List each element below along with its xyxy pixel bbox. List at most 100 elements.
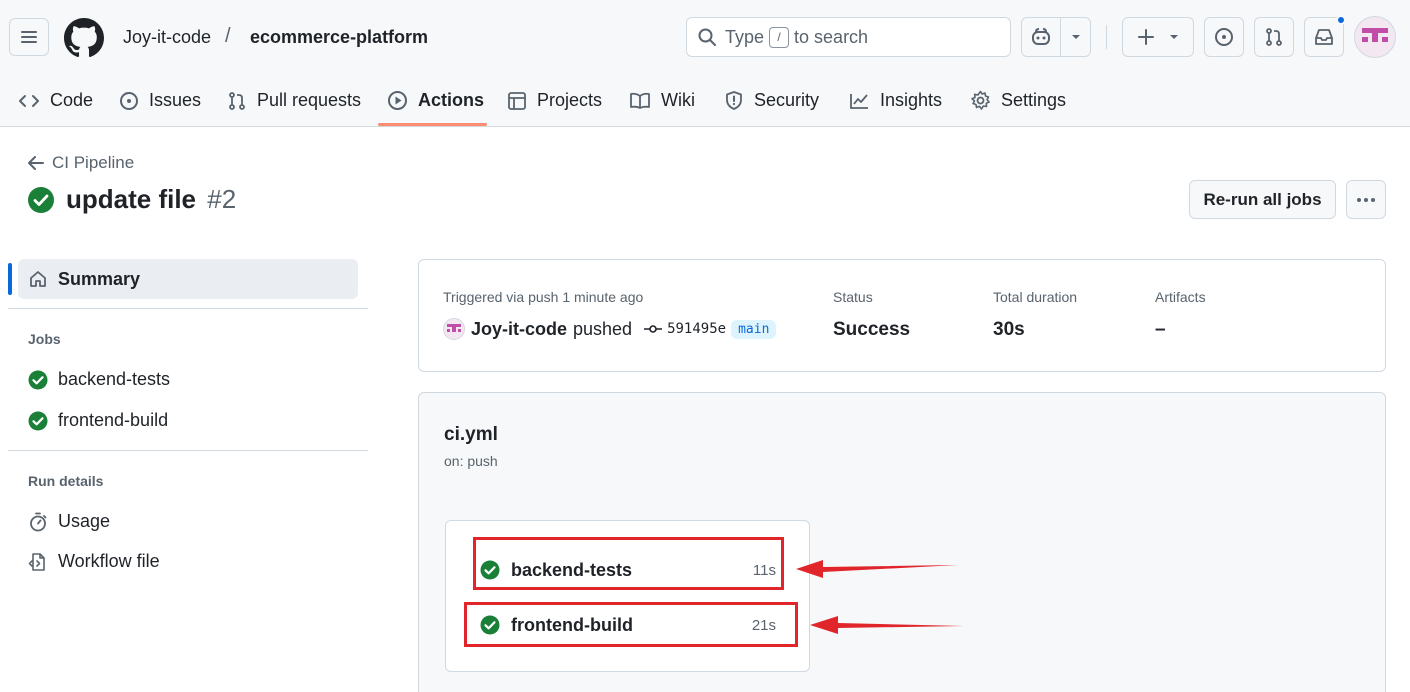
sidebar-jobs-heading: Jobs: [28, 331, 61, 347]
commit-link[interactable]: 591495e: [644, 321, 726, 337]
copilot-icon: [1032, 28, 1050, 45]
tab-insights-label: Insights: [880, 90, 943, 110]
sidebar-run-details-heading: Run details: [28, 473, 104, 489]
sidebar-summary-label: Summary: [58, 268, 141, 289]
check-circle-fill-icon: [28, 370, 48, 389]
branch-badge[interactable]: main: [731, 319, 777, 339]
more-options-button[interactable]: [1346, 180, 1386, 219]
issue-opened-icon: [120, 91, 138, 110]
search-input[interactable]: Type / to search: [686, 17, 1011, 57]
tab-wiki-label: Wiki: [661, 90, 695, 110]
your-pull-requests-button[interactable]: [1254, 17, 1294, 57]
workflow-file-name: ci.yml: [444, 424, 498, 445]
identicon-avatar-icon: [447, 324, 461, 332]
hamburger-icon: [21, 31, 37, 43]
workflow-trigger: on: push: [444, 453, 498, 469]
sidebar-workflow-file-label: Workflow file: [58, 551, 160, 571]
run-summary-card: Triggered via push 1 minute ago Joy-it-c…: [418, 259, 1386, 372]
tab-settings[interactable]: Settings: [970, 74, 1066, 127]
search-suffix: to search: [794, 26, 869, 47]
tab-code-label: Code: [50, 90, 94, 110]
repo-nav: Code Issues Pull requests Actions Projec…: [0, 74, 1410, 127]
artifacts-label: Artifacts: [1155, 289, 1206, 305]
commit-sha: 591495e: [667, 321, 727, 337]
tab-actions[interactable]: Actions: [387, 74, 484, 127]
search-icon: [698, 28, 716, 46]
tab-issues[interactable]: Issues: [119, 74, 201, 127]
check-circle-fill-icon: [28, 187, 54, 213]
table-icon: [508, 91, 526, 110]
trigger-label: Triggered via push 1 minute ago: [443, 289, 644, 305]
annotation-highlight-box: [473, 537, 784, 590]
run-number: #2: [207, 184, 237, 214]
top-bar: Joy-it-code / ecommerce-platform Type / …: [0, 0, 1410, 74]
breadcrumb-owner[interactable]: Joy-it-code: [123, 27, 211, 48]
search-shortcut-key: /: [769, 26, 790, 48]
header-divider: [1106, 25, 1107, 49]
user-avatar[interactable]: [1354, 16, 1396, 58]
active-tab-underline: [378, 123, 487, 126]
tab-actions-label: Actions: [418, 90, 485, 110]
file-code-icon: [28, 552, 45, 571]
notification-dot: [1336, 15, 1346, 25]
sidebar-divider: [8, 450, 368, 451]
tab-projects[interactable]: Projects: [507, 74, 602, 127]
book-icon: [630, 92, 650, 109]
duration-value: 30s: [993, 319, 1025, 340]
tab-code[interactable]: Code: [18, 74, 93, 127]
sidebar-job-frontend-build[interactable]: frontend-build: [28, 410, 168, 431]
actor-link[interactable]: Joy-it-code: [471, 319, 567, 340]
breadcrumb-separator: /: [225, 25, 231, 47]
actor-avatar[interactable]: [443, 318, 465, 340]
duration-label: Total duration: [993, 289, 1078, 305]
sidebar-usage-label: Usage: [58, 511, 111, 531]
back-to-workflow-link[interactable]: CI Pipeline: [28, 153, 134, 173]
artifacts-value: –: [1155, 319, 1166, 340]
trigger-details: Joy-it-code pushed 591495e main: [443, 318, 777, 340]
breadcrumb-repo[interactable]: ecommerce-platform: [250, 27, 428, 48]
git-commit-icon: [644, 325, 663, 333]
sidebar-divider: [8, 308, 368, 309]
issue-opened-icon: [1215, 28, 1233, 46]
gear-icon: [971, 90, 990, 110]
home-icon: [30, 271, 46, 287]
copilot-button[interactable]: [1021, 17, 1091, 57]
chevron-down-icon[interactable]: [1071, 34, 1081, 40]
shield-icon: [726, 91, 742, 110]
check-circle-fill-icon: [28, 411, 48, 430]
sidebar-active-marker: [8, 263, 12, 295]
sidebar-item-summary[interactable]: Summary: [18, 259, 358, 299]
your-issues-button[interactable]: [1204, 17, 1244, 57]
annotation-highlight-box: [464, 602, 798, 647]
tab-projects-label: Projects: [537, 90, 603, 110]
tab-insights[interactable]: Insights: [849, 74, 942, 127]
sidebar-item-usage[interactable]: Usage: [28, 511, 110, 532]
menu-button[interactable]: [9, 18, 49, 56]
create-new-button[interactable]: [1122, 17, 1194, 57]
tab-settings-label: Settings: [1001, 90, 1067, 110]
tab-wiki[interactable]: Wiki: [629, 74, 695, 127]
graph-icon: [850, 93, 868, 109]
code-icon: [19, 94, 39, 107]
search-prefix: Type: [725, 26, 765, 47]
sidebar-job-label: backend-tests: [58, 369, 171, 389]
sidebar-item-workflow-file[interactable]: Workflow file: [28, 551, 160, 572]
tab-security[interactable]: Security: [724, 74, 819, 127]
back-link-label: CI Pipeline: [52, 153, 135, 172]
tab-issues-label: Issues: [149, 90, 202, 110]
github-logo-icon[interactable]: [64, 18, 104, 58]
sidebar-job-label: frontend-build: [58, 410, 169, 430]
git-pull-request-icon: [1266, 28, 1282, 46]
rerun-all-jobs-button[interactable]: Re-run all jobs: [1189, 180, 1336, 219]
copilot-split-divider: [1060, 18, 1061, 56]
git-pull-request-icon: [229, 91, 245, 110]
sidebar-job-backend-tests[interactable]: backend-tests: [28, 369, 170, 390]
inbox-icon: [1315, 29, 1333, 45]
arrow-left-icon: [28, 156, 44, 170]
tab-pull-requests[interactable]: Pull requests: [227, 74, 361, 127]
app-header: Joy-it-code / ecommerce-platform Type / …: [0, 0, 1410, 127]
play-icon: [388, 91, 407, 110]
tab-security-label: Security: [754, 90, 820, 110]
status-value: Success: [833, 319, 911, 340]
plus-icon: [1138, 29, 1154, 45]
